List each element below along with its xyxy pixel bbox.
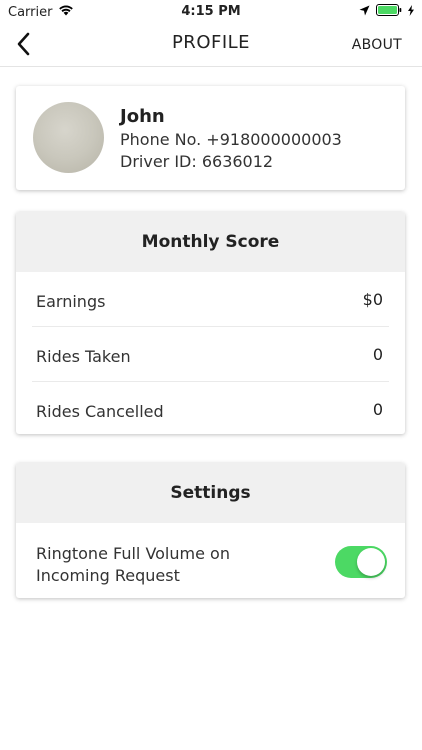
score-row-rides-cancelled: Rides Cancelled 0 [32,382,389,436]
score-label: Rides Cancelled [36,402,164,421]
score-row-rides-taken: Rides Taken 0 [32,327,389,382]
status-bar: Carrier 4:15 PM [0,0,422,22]
monthly-score-header: Monthly Score [16,212,405,272]
setting-row-ringtone: Ringtone Full Volume on Incoming Request [16,523,405,598]
status-right [359,4,414,20]
profile-card: John Phone No. +918000000003 Driver ID: … [16,86,405,190]
location-arrow-icon [359,5,370,20]
battery-icon [376,4,402,20]
score-value: 0 [372,400,383,419]
profile-name: John [120,106,165,127]
score-row-earnings: Earnings $0 [32,272,389,327]
nav-bar: PROFILE ABOUT [0,22,422,67]
score-label: Earnings [36,292,106,311]
settings-card: Settings Ringtone Full Volume on Incomin… [16,463,405,598]
profile-phone: Phone No. +918000000003 [120,130,342,149]
monthly-score-card: Monthly Score Earnings $0 Rides Taken 0 … [16,212,405,434]
profile-driver-id: Driver ID: 6636012 [120,152,274,171]
ringtone-toggle[interactable] [335,546,387,578]
about-button[interactable]: ABOUT [352,37,402,53]
settings-header: Settings [16,463,405,523]
score-value: 0 [372,345,383,364]
score-value: $0 [362,290,383,309]
score-label: Rides Taken [36,347,131,366]
toggle-knob [357,548,385,576]
charging-bolt-icon [408,4,414,20]
avatar [33,102,104,173]
ringtone-setting-label: Ringtone Full Volume on Incoming Request [36,544,230,585]
